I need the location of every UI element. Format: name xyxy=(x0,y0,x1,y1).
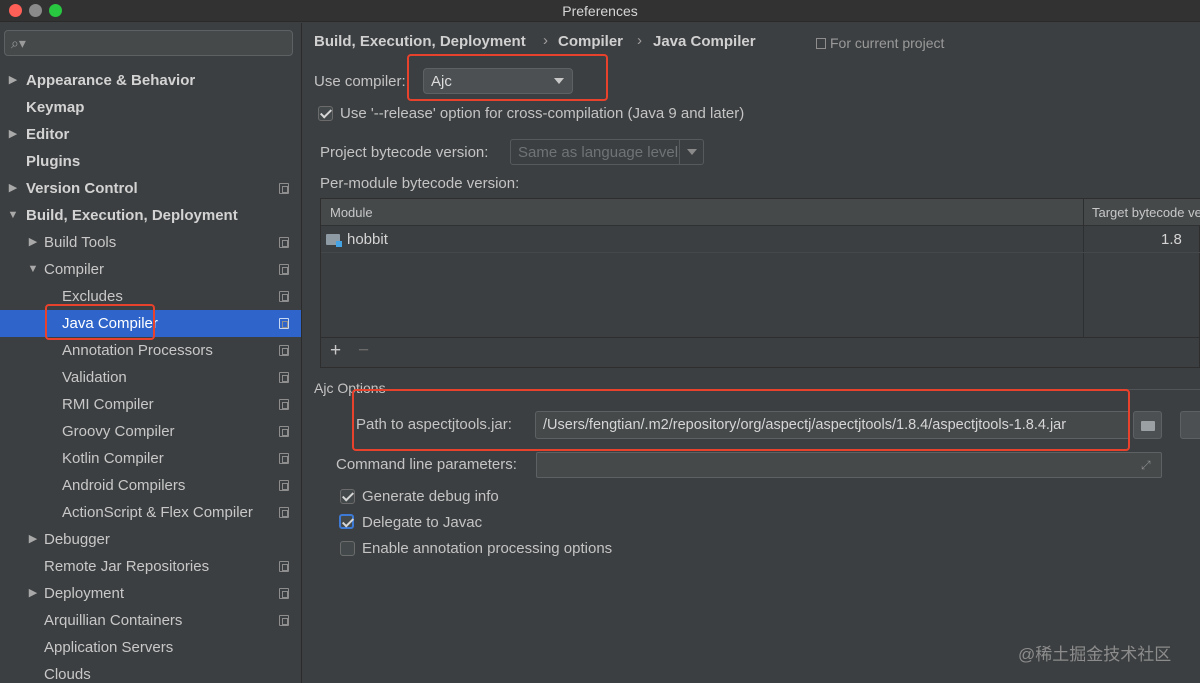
project-scope-icon xyxy=(279,291,289,302)
project-scope-icon xyxy=(279,318,289,329)
project-scope-icon xyxy=(279,480,289,491)
highlight-box-java-compiler xyxy=(45,304,155,340)
sidebar-item-actionscript-flex-compiler[interactable]: ActionScript & Flex Compiler xyxy=(0,499,301,526)
breadcrumb-item: Java Compiler xyxy=(653,33,756,50)
table-row[interactable]: hobbit 1.8 xyxy=(321,227,1200,253)
sidebar-item-keymap[interactable]: Keymap xyxy=(0,94,301,121)
expand-arrow-icon[interactable]: ▶ xyxy=(7,67,19,94)
scope-indicator: For current project xyxy=(816,35,944,51)
collapse-arrow-icon[interactable]: ▼ xyxy=(7,202,19,229)
per-module-bytecode-label: Per-module bytecode version: xyxy=(320,175,520,192)
sidebar-item-remote-jar-repositories[interactable]: Remote Jar Repositories xyxy=(0,553,301,580)
expand-icon[interactable]: ⤢ xyxy=(1141,458,1155,472)
highlight-box-compiler xyxy=(407,54,608,101)
column-header-module[interactable]: Module xyxy=(330,205,373,220)
sidebar-item-deployment[interactable]: ▶ Deployment xyxy=(0,580,301,607)
breadcrumb-item[interactable]: Compiler xyxy=(558,33,623,50)
sidebar-item-build-tools[interactable]: ▶ Build Tools xyxy=(0,229,301,256)
settings-sidebar: ⌕▾ ▶ Appearance & Behavior Keymap ▶ Edit… xyxy=(0,23,302,683)
project-scope-icon xyxy=(279,183,289,194)
sidebar-item-version-control[interactable]: ▶ Version Control xyxy=(0,175,301,202)
per-module-bytecode-table: Module Target bytecode version hobbit 1.… xyxy=(320,198,1200,339)
project-scope-icon xyxy=(279,426,289,437)
project-scope-icon xyxy=(279,237,289,248)
table-toolbar: + − xyxy=(320,338,1200,368)
project-scope-icon xyxy=(279,588,289,599)
command-line-parameters-input[interactable]: ⤢ xyxy=(536,452,1162,478)
sidebar-item-appearance-behavior[interactable]: ▶ Appearance & Behavior xyxy=(0,67,301,94)
column-header-target-bytecode[interactable]: Target bytecode version xyxy=(1092,205,1200,220)
sidebar-item-arquillian-containers[interactable]: Arquillian Containers xyxy=(0,607,301,634)
sidebar-item-plugins[interactable]: Plugins xyxy=(0,148,301,175)
sidebar-item-annotation-processors[interactable]: Annotation Processors xyxy=(0,337,301,364)
target-version-cell[interactable]: 1.8 xyxy=(1161,231,1182,248)
sidebar-item-groovy-compiler[interactable]: Groovy Compiler xyxy=(0,418,301,445)
settings-search-input[interactable]: ⌕▾ xyxy=(4,30,293,56)
project-scope-icon xyxy=(816,38,826,49)
window-title: Preferences xyxy=(562,3,638,19)
project-scope-icon xyxy=(279,345,289,356)
highlight-box-path xyxy=(352,389,1130,451)
project-scope-icon xyxy=(279,615,289,626)
search-icon: ⌕▾ xyxy=(11,35,26,51)
use-compiler-label: Use compiler: xyxy=(314,73,406,90)
module-name-cell: hobbit xyxy=(347,231,388,248)
sidebar-item-clouds[interactable]: Clouds xyxy=(0,661,301,683)
sidebar-item-kotlin-compiler[interactable]: Kotlin Compiler xyxy=(0,445,301,472)
delegate-to-javac-checkbox[interactable] xyxy=(339,514,354,529)
breadcrumb-separator: › xyxy=(543,32,548,49)
sidebar-item-application-servers[interactable]: Application Servers xyxy=(0,634,301,661)
project-scope-icon xyxy=(279,561,289,572)
sidebar-item-android-compilers[interactable]: Android Compilers xyxy=(0,472,301,499)
bytecode-version-dropdown[interactable]: Same as language level xyxy=(510,139,704,165)
expand-arrow-icon[interactable]: ▶ xyxy=(27,229,39,256)
sidebar-item-debugger[interactable]: ▶ Debugger xyxy=(0,526,301,553)
project-scope-icon xyxy=(279,399,289,410)
collapse-arrow-icon[interactable]: ▼ xyxy=(27,256,39,283)
sidebar-item-compiler[interactable]: ▼ Compiler xyxy=(0,256,301,283)
release-option-checkbox[interactable] xyxy=(318,106,333,121)
test-button[interactable] xyxy=(1180,411,1200,439)
folder-icon xyxy=(1141,421,1155,431)
column-divider xyxy=(1083,199,1084,339)
table-header: Module Target bytecode version xyxy=(321,199,1200,226)
bytecode-version-value: Same as language level xyxy=(518,144,678,161)
expand-arrow-icon[interactable]: ▶ xyxy=(27,580,39,607)
module-folder-icon xyxy=(326,234,342,247)
expand-arrow-icon[interactable]: ▶ xyxy=(27,526,39,553)
plus-icon[interactable]: + xyxy=(330,340,341,362)
minus-icon[interactable]: − xyxy=(358,340,369,362)
expand-arrow-icon[interactable]: ▶ xyxy=(7,121,19,148)
sidebar-item-rmi-compiler[interactable]: RMI Compiler xyxy=(0,391,301,418)
window-titlebar: Preferences xyxy=(0,0,1200,22)
delegate-to-javac-label: Delegate to Javac xyxy=(362,514,483,531)
breadcrumb-separator: › xyxy=(637,32,642,49)
chevron-down-icon xyxy=(679,140,703,164)
generate-debug-info-label: Generate debug info xyxy=(362,488,499,505)
sidebar-item-editor[interactable]: ▶ Editor xyxy=(0,121,301,148)
expand-arrow-icon[interactable]: ▶ xyxy=(7,175,19,202)
sidebar-item-validation[interactable]: Validation xyxy=(0,364,301,391)
release-option-label: Use '--release' option for cross-compila… xyxy=(340,105,745,122)
browse-button[interactable] xyxy=(1133,411,1162,439)
project-scope-icon xyxy=(279,507,289,518)
java-compiler-settings-panel: Build, Execution, Deployment › Compiler … xyxy=(303,23,1200,683)
project-scope-icon xyxy=(279,372,289,383)
project-scope-icon xyxy=(279,453,289,464)
generate-debug-info-checkbox[interactable] xyxy=(340,489,355,504)
sidebar-item-build-execution-deployment[interactable]: ▼ Build, Execution, Deployment xyxy=(0,202,301,229)
watermark: @稀土掘金技术社区 xyxy=(1018,645,1172,664)
breadcrumb-item[interactable]: Build, Execution, Deployment xyxy=(314,33,526,50)
bytecode-version-label: Project bytecode version: xyxy=(320,144,489,161)
command-line-parameters-label: Command line parameters: xyxy=(336,456,517,473)
project-scope-icon xyxy=(279,264,289,275)
enable-annotation-processing-checkbox[interactable] xyxy=(340,541,355,556)
enable-annotation-processing-label: Enable annotation processing options xyxy=(362,540,613,557)
